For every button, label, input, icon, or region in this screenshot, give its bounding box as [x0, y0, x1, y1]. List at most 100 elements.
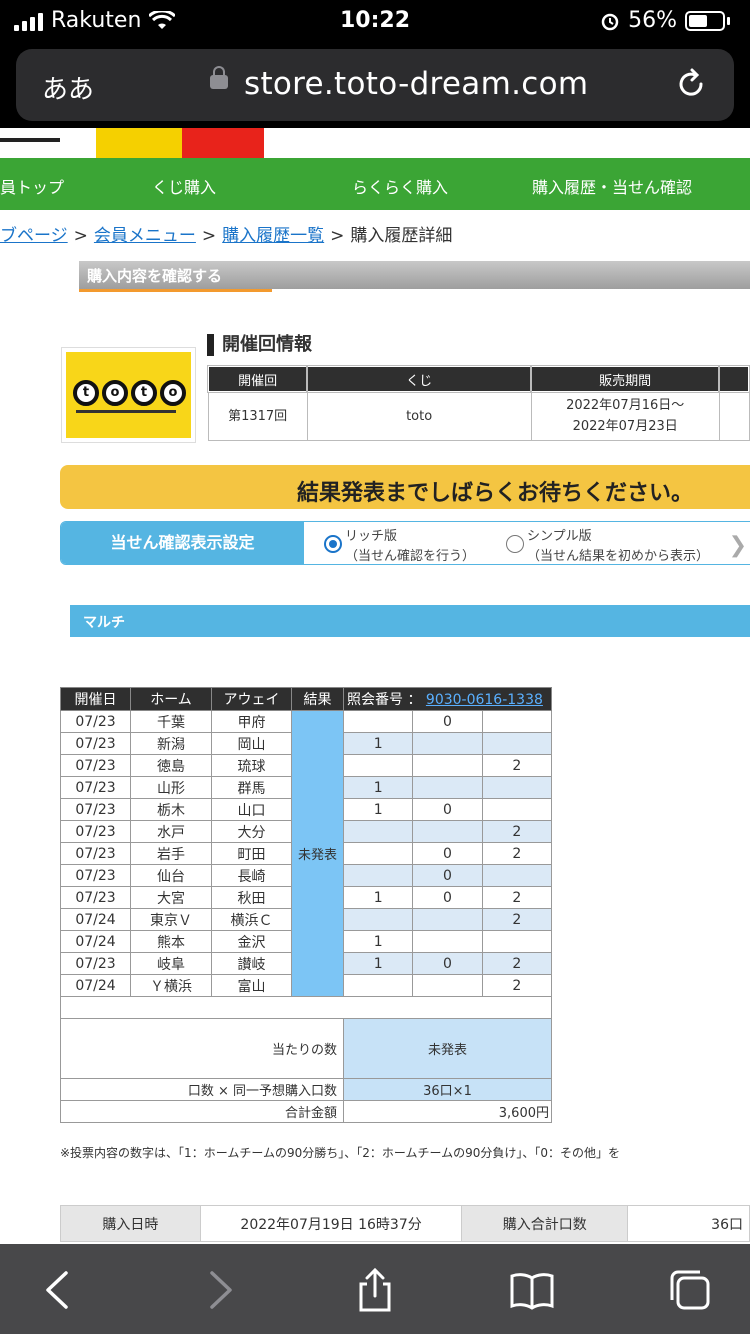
away-team: 長崎 [211, 864, 292, 887]
header-logo-fragment [0, 138, 60, 142]
bookmarks-icon[interactable] [510, 1268, 554, 1312]
pick-home-loss: 2 [481, 908, 553, 931]
pick-home-loss [481, 864, 553, 887]
pick-home-win [342, 820, 414, 843]
confirm-heading: 購入内容を確認する [79, 261, 750, 292]
battery-tip [727, 16, 730, 25]
pick-draw: 0 [412, 864, 483, 887]
purchase-date-value: 2022年07月19日 16時37分 [199, 1205, 463, 1242]
pick-home-win [342, 974, 414, 997]
pick-home-loss: 2 [481, 820, 553, 843]
pick-draw: 0 [412, 842, 483, 865]
home-team: 岩手 [130, 842, 212, 865]
away-team: 山口 [211, 798, 292, 821]
rich-radio[interactable] [324, 535, 342, 553]
nav-item-easy-purchase[interactable]: らくらく購入 [352, 174, 448, 198]
pick-draw: 0 [412, 798, 483, 821]
logo-letter: t [131, 380, 157, 406]
header-banner-yellow[interactable] [96, 128, 182, 158]
extra-header [718, 365, 750, 393]
match-date: 07/23 [60, 776, 131, 799]
spacer-row [60, 996, 552, 1019]
nav-item-member-top[interactable]: 員トップ [0, 174, 64, 198]
pick-home-loss [481, 732, 553, 755]
pick-home-win: 1 [342, 952, 414, 975]
home-team: Ｙ横浜 [130, 974, 212, 997]
reference-number-link[interactable]: 9030-0616-1338 [426, 692, 543, 708]
pick-home-loss: 2 [481, 974, 553, 997]
nav-item-history[interactable]: 購入履歴・当せん確認 [532, 174, 692, 198]
lottery-value: toto [306, 391, 532, 441]
global-nav: 員トップ くじ購入 らくらく購入 購入履歴・当せん確認 [0, 158, 750, 210]
bet-type-heading: マルチ [70, 605, 750, 637]
battery-icon [685, 10, 725, 31]
reference-header: 照会番号 ： 9030-0616-1338 [343, 687, 552, 711]
picks-table: 開催日 ホーム アウェイ 結果 照会番号 ： 9030-0616-1338 07… [60, 687, 553, 1123]
away-team: 琉球 [211, 754, 292, 777]
pick-home-loss: 2 [481, 754, 553, 777]
home-header: ホーム [130, 687, 212, 711]
pick-draw [412, 776, 483, 799]
breadcrumb-separator: > [330, 226, 345, 246]
lock-icon [210, 66, 228, 89]
pick-home-loss [481, 776, 553, 799]
pick-draw [412, 930, 483, 953]
back-icon[interactable] [36, 1268, 80, 1312]
address-bar[interactable]: ああ store.toto-dream.com [16, 49, 734, 121]
away-team: 町田 [211, 842, 292, 865]
match-date: 07/23 [60, 842, 131, 865]
period-end: 2022年07月23日 [572, 419, 678, 435]
units-value: 36口×1 [343, 1078, 552, 1101]
text-size-button[interactable]: ああ [42, 69, 94, 106]
match-date: 07/23 [60, 820, 131, 843]
away-team: 甲府 [211, 710, 292, 733]
match-date: 07/23 [60, 952, 131, 975]
chevron-right-icon[interactable]: ❯ [729, 533, 747, 558]
forward-icon[interactable] [198, 1268, 242, 1312]
units-label: 口数 × 同一予想購入口数 [60, 1078, 344, 1101]
pick-home-loss [481, 798, 553, 821]
rich-option-desc[interactable]: （当せん確認を行う） [345, 545, 475, 564]
header-banner-red[interactable] [182, 128, 264, 158]
round-info-table: 開催回 くじ 販売期間 第1317回 toto 2022年07月16日〜 2022… [206, 365, 750, 441]
match-date: 07/23 [60, 732, 131, 755]
breadcrumb-link-member-menu[interactable]: 会員メニュー [94, 226, 196, 246]
reference-label: 照会番号 ： [347, 692, 422, 708]
pick-draw: 0 [412, 886, 483, 909]
pick-home-win [342, 908, 414, 931]
purchase-units-label: 購入合計口数 [461, 1205, 629, 1242]
simple-radio[interactable] [506, 535, 524, 553]
pick-home-win: 1 [342, 798, 414, 821]
home-team: 新潟 [130, 732, 212, 755]
home-team: 徳島 [130, 754, 212, 777]
breadcrumb-separator: > [201, 226, 217, 246]
tabs-icon[interactable] [668, 1268, 712, 1312]
table-row: 07/23 千葉 甲府 未発表 0 [60, 710, 553, 997]
simple-option-desc[interactable]: （当せん結果を初めから表示） [527, 545, 709, 564]
period-value: 2022年07月16日〜 2022年07月23日 [530, 391, 720, 441]
pick-home-win [342, 754, 414, 777]
pick-home-win [342, 842, 414, 865]
simple-option-title[interactable]: シンプル版 [527, 525, 592, 544]
share-icon[interactable] [353, 1268, 397, 1312]
pick-home-win [342, 864, 414, 887]
url-text[interactable]: store.toto-dream.com [244, 66, 588, 102]
rich-option-title[interactable]: リッチ版 [345, 525, 397, 544]
pick-draw: 0 [412, 710, 483, 733]
hits-label: 当たりの数 [60, 1018, 344, 1079]
breadcrumb-link-top[interactable]: ブページ [0, 226, 68, 246]
reload-icon[interactable] [674, 67, 708, 101]
home-team: 水戸 [130, 820, 212, 843]
breadcrumb-current: 購入履歴詳細 [350, 226, 453, 246]
purchase-units-value: 36口 [627, 1205, 750, 1242]
extra-cell [718, 391, 750, 441]
nav-item-purchase[interactable]: くじ購入 [152, 174, 216, 198]
pick-home-loss: 2 [481, 886, 553, 909]
breadcrumb-link-history-list[interactable]: 購入履歴一覧 [222, 226, 324, 246]
breadcrumb: ブページ > 会員メニュー > 購入履歴一覧 > 購入履歴詳細 [0, 221, 750, 246]
breadcrumb-separator: > [73, 226, 88, 246]
alarm-icon [601, 13, 619, 30]
logo-letter: t [73, 380, 99, 406]
home-team: 大宮 [130, 886, 212, 909]
away-team: 讃岐 [211, 952, 292, 975]
